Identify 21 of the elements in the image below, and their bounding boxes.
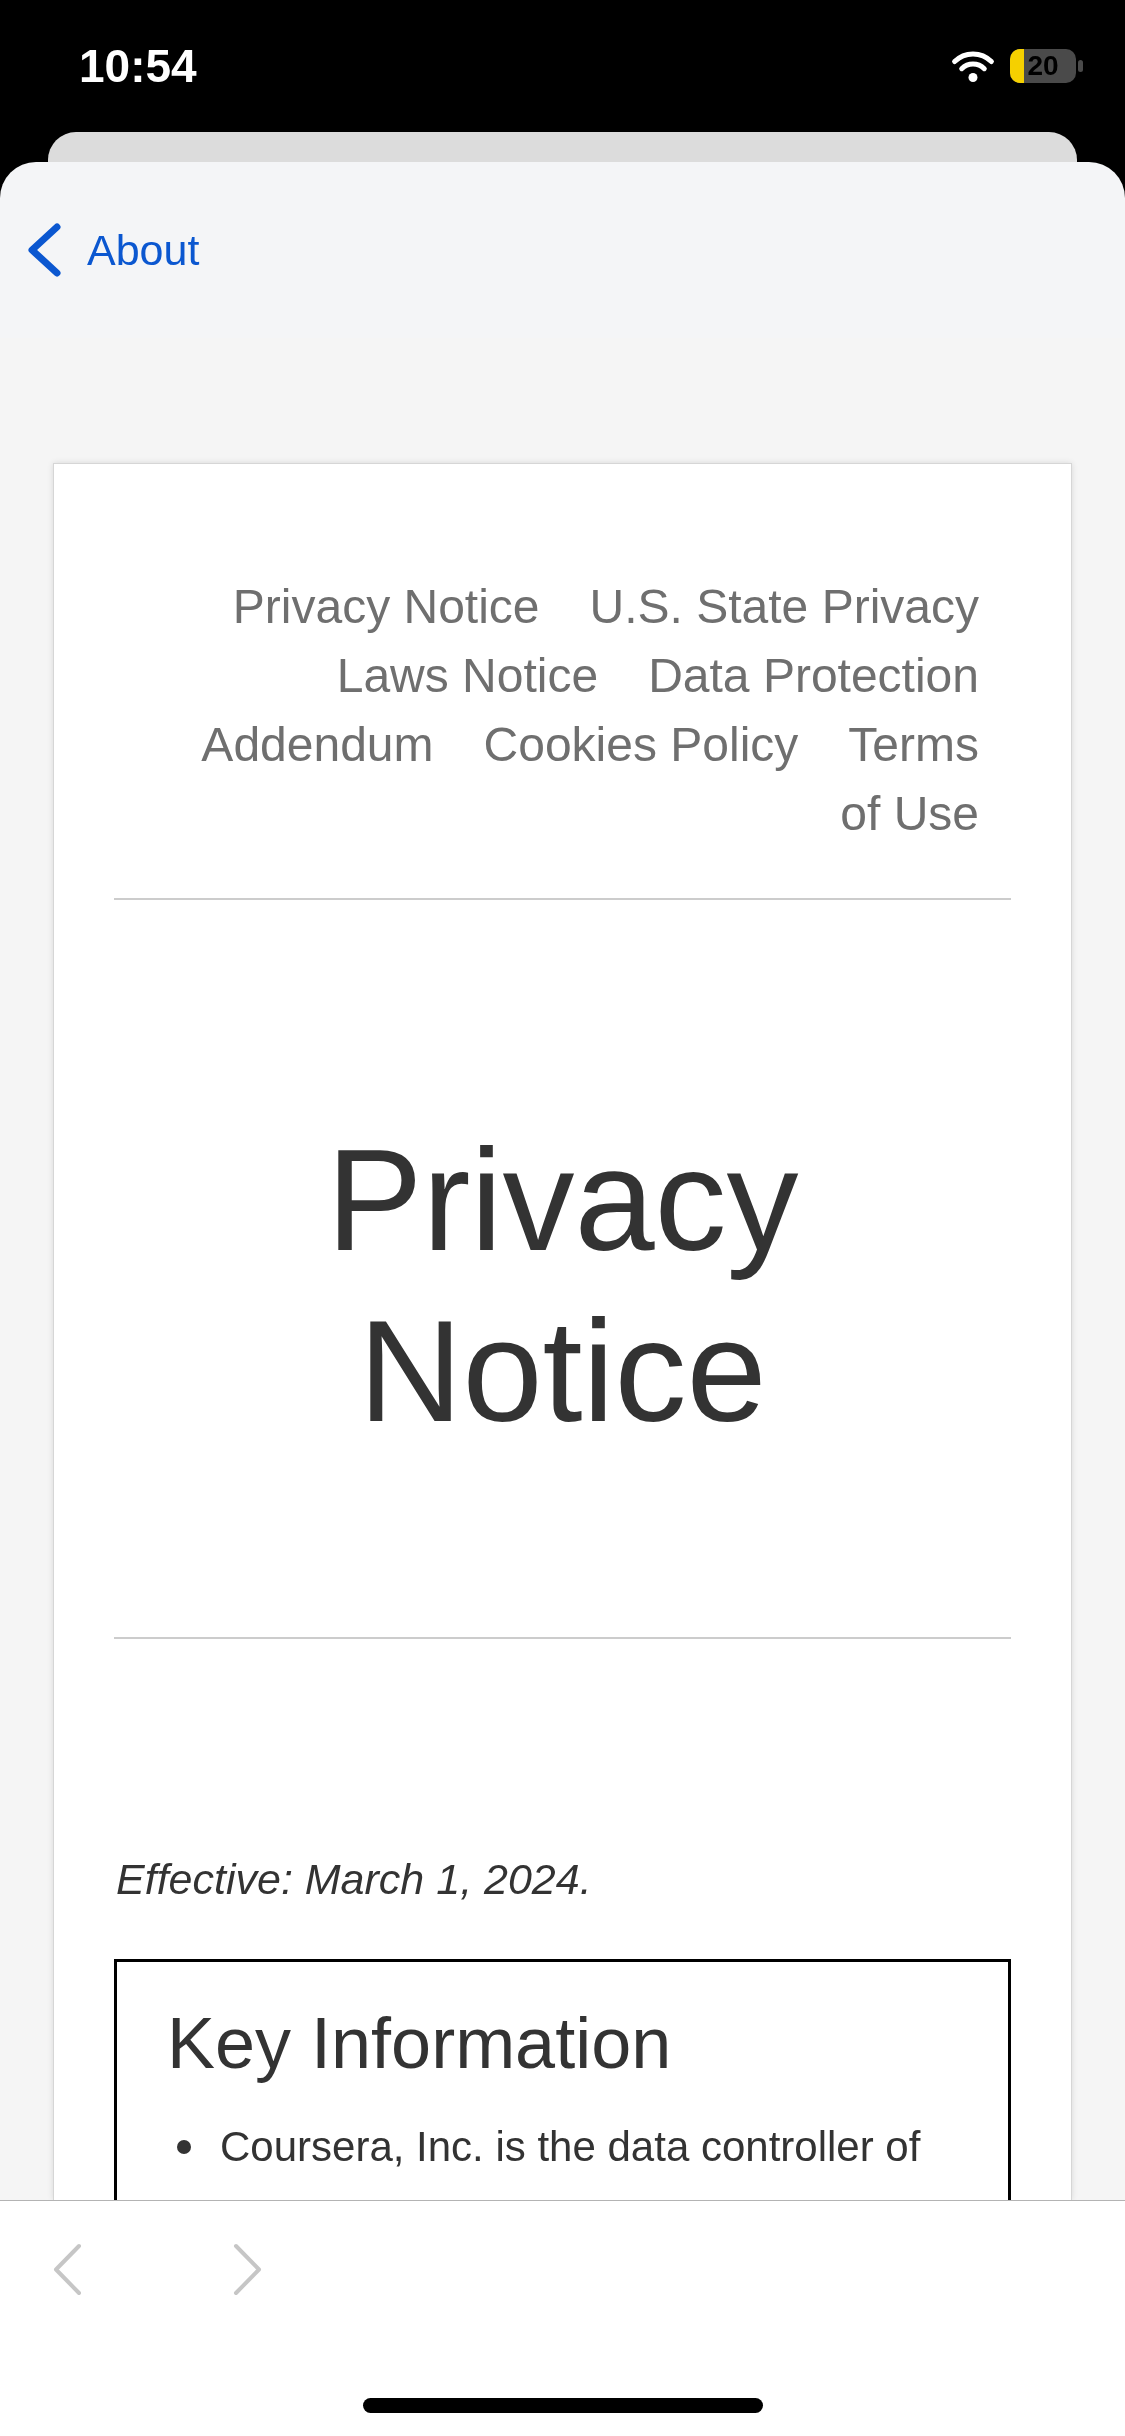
section-heading: Key Information <box>167 2002 672 2085</box>
chevron-right-icon <box>233 2241 264 2297</box>
nav-link[interactable]: Cookies Policy <box>483 718 799 771</box>
battery-percent: 20 <box>1027 52 1059 80</box>
bullet-icon <box>177 2140 191 2154</box>
nav-link[interactable]: Privacy Notice <box>232 580 540 633</box>
nav-link[interactable]: U.S. State Privacy <box>589 580 979 633</box>
nav-link[interactable]: Data Protection <box>648 649 979 702</box>
page-title: Privacy Notice <box>326 1119 799 1454</box>
wifi-icon <box>950 49 996 83</box>
nav-link[interactable]: of Use <box>840 787 979 840</box>
nav-link[interactable]: Addendum <box>201 718 434 771</box>
nav-link[interactable]: Laws Notice <box>336 649 599 702</box>
chevron-left-icon <box>27 223 61 277</box>
back-button[interactable]: About <box>27 223 200 277</box>
chevron-left-icon <box>51 2241 82 2297</box>
battery-icon <box>1010 49 1083 83</box>
list-item-text: Coursera, Inc. is the data controller of <box>220 2122 921 2172</box>
effective-date: Effective: March 1, 2024. <box>116 1854 592 1905</box>
status-time: 10:54 <box>79 43 197 89</box>
nav-link[interactable]: Terms <box>848 718 979 771</box>
